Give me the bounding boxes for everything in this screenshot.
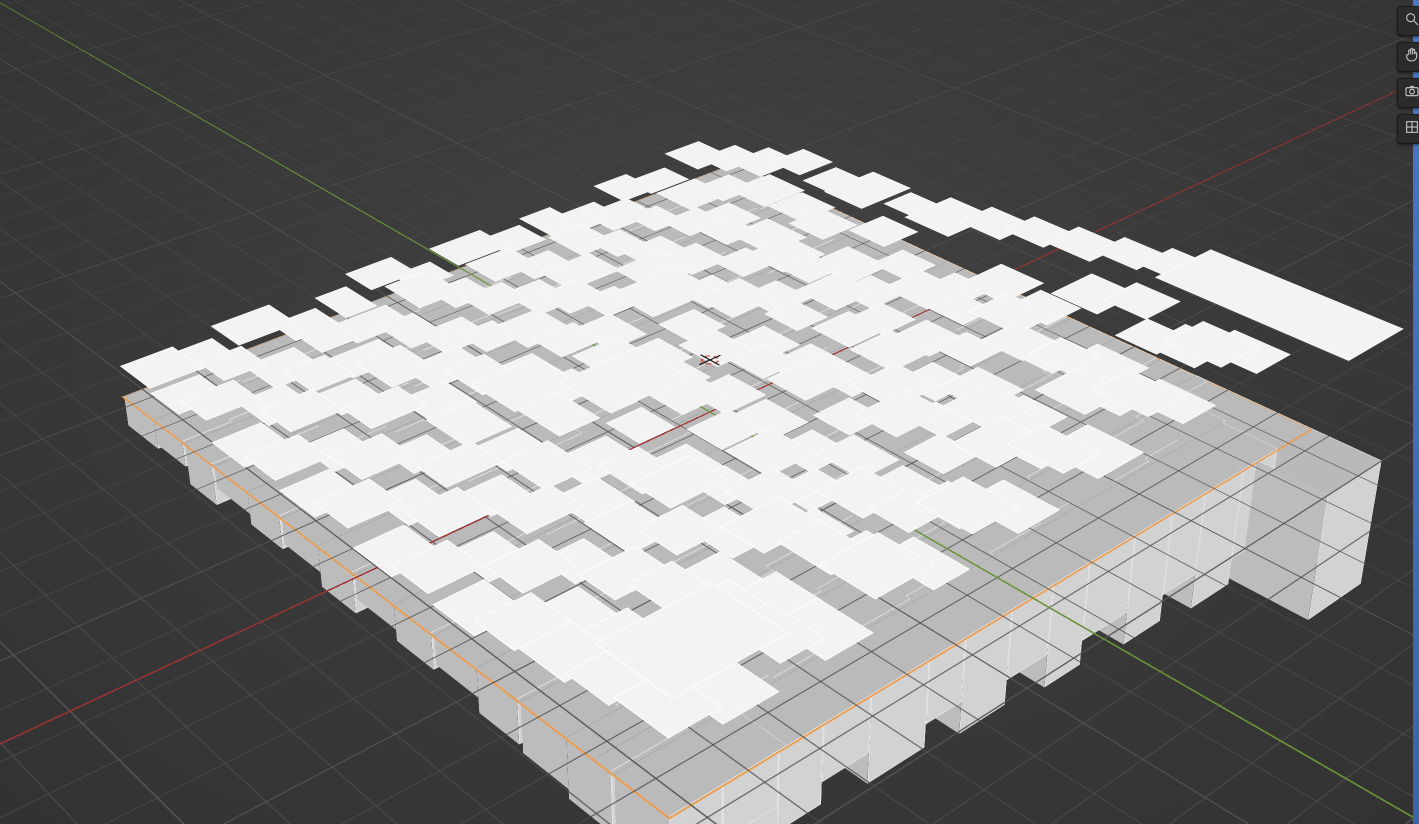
camera-tool[interactable] (1397, 78, 1419, 108)
camera-icon (1404, 83, 1419, 104)
hand-icon (1404, 47, 1419, 68)
move-tool[interactable] (1397, 42, 1419, 72)
magnifier-icon (1404, 11, 1419, 32)
grid-icon (1404, 119, 1419, 140)
view-tool[interactable] (1397, 114, 1419, 144)
viewport-side-toolbar (1397, 6, 1419, 144)
viewport-3d[interactable] (0, 0, 1419, 824)
zoom-tool[interactable] (1397, 6, 1419, 36)
